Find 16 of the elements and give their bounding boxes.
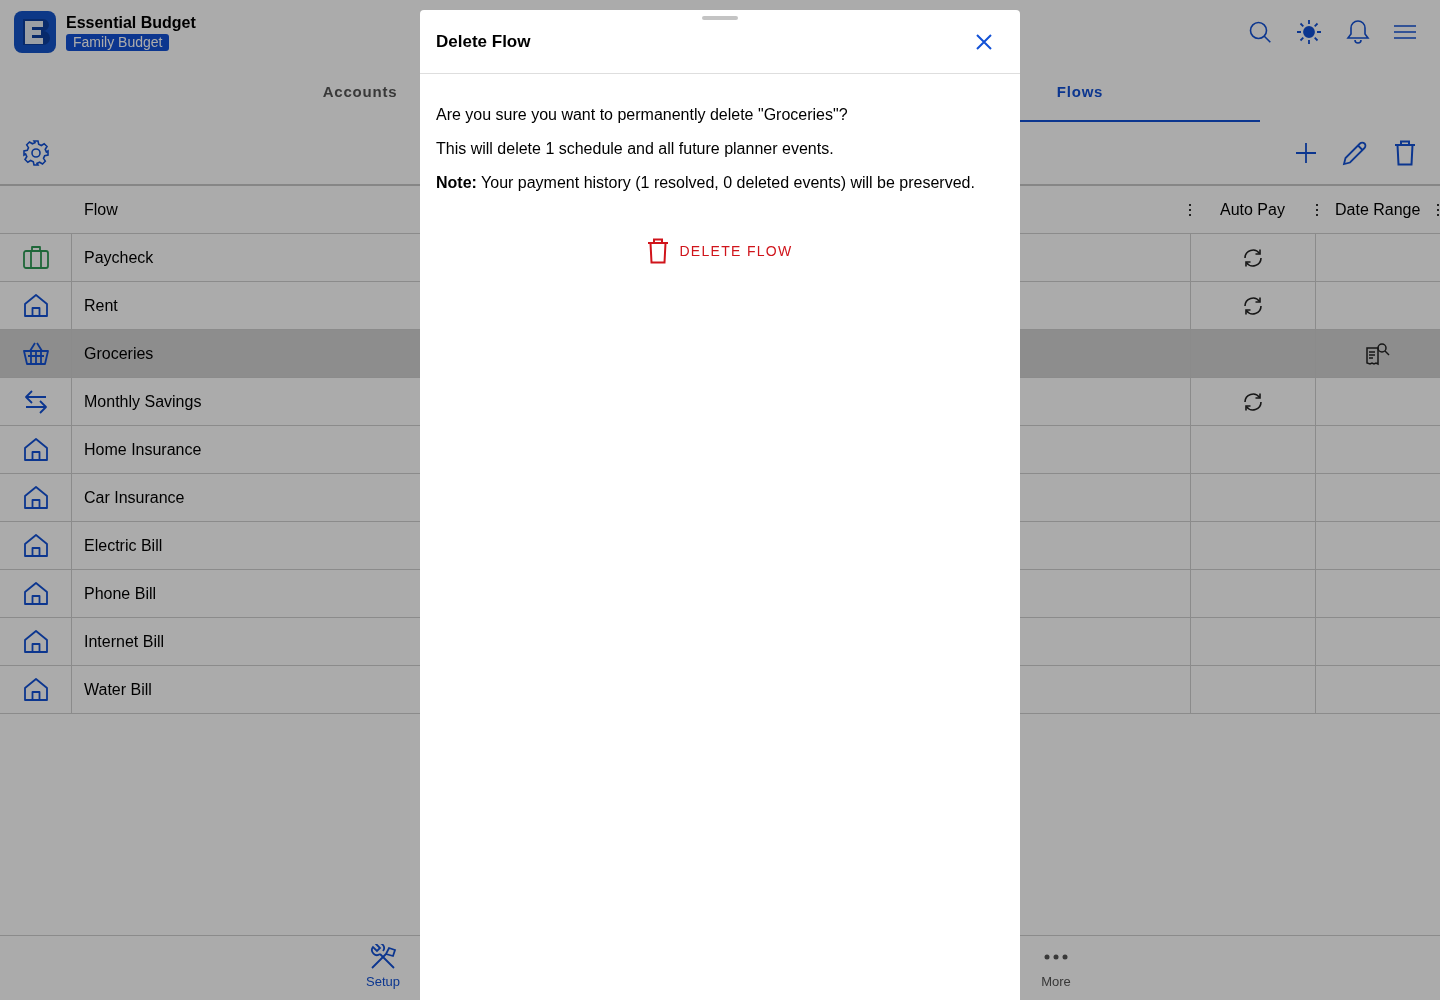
flow-name: Phone Bill <box>84 583 157 604</box>
flow-name: Electric Bill <box>84 535 163 556</box>
flow-name: Monthly Savings <box>84 391 202 412</box>
workspace-badge: Family Budget <box>66 34 170 51</box>
flow-name: Paycheck <box>84 247 154 268</box>
flow-name: Home Insurance <box>84 439 202 460</box>
dialog-title: Delete Flow <box>436 30 531 53</box>
flow-name: Groceries <box>84 343 154 364</box>
dialog-message: Are you sure you want to permanently delete "Groceries"? <box>436 105 849 125</box>
flow-name: Rent <box>84 295 118 316</box>
flow-name: Water Bill <box>84 679 152 700</box>
dialog-message: This will delete 1 schedule and all future planner events. <box>436 139 835 159</box>
flow-name: Internet Bill <box>84 631 165 652</box>
flow-name: Car Insurance <box>84 487 185 508</box>
app-title: Essential Budget <box>66 13 196 33</box>
dialog-message: Note: Your payment history (1 resolved, 0 deleted events) will be preserved. <box>436 173 976 193</box>
